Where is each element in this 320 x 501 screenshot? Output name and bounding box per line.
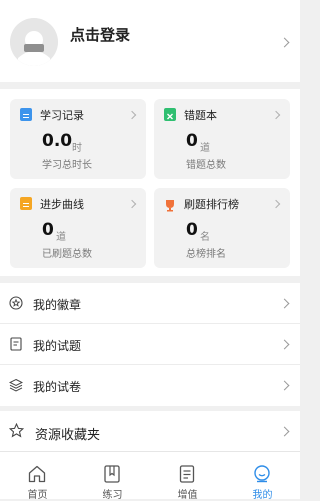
study-record-card[interactable]: 学习记录 0.0 时 学习总时长 [10, 99, 146, 179]
value-added-icon [179, 465, 195, 483]
chevron-right-icon [271, 110, 281, 120]
chevron-right-icon [279, 380, 290, 391]
progress-curve-icon [20, 197, 32, 210]
profile-header[interactable]: 点击登录 [0, 0, 300, 82]
wrong-book-icon [164, 108, 176, 121]
profile-menu: 我的徽章 我的试题 我的试卷 [0, 283, 300, 406]
chevron-right-icon [279, 339, 290, 350]
menu-item-label: 资源收藏夹 [35, 428, 101, 443]
practice-icon [104, 465, 120, 483]
progress-curve-card[interactable]: 进步曲线 0 道 已刷题总数 [10, 188, 146, 268]
study-record-caption: 学习总时长 [42, 160, 92, 171]
ranking-title: 刷题排行榜 [184, 198, 239, 211]
wrong-book-caption: 错题总数 [186, 160, 226, 171]
wrong-book-card[interactable]: 错题本 0 道 错题总数 [154, 99, 290, 179]
menu-item-badges[interactable]: 我的徽章 [0, 283, 300, 324]
tab-home[interactable]: 首页 [0, 452, 75, 501]
menu-item-label: 我的徽章 [33, 298, 82, 312]
study-record-icon [20, 108, 32, 121]
user-placeholder-icon [10, 18, 58, 66]
menu-item-label: 我的试题 [33, 339, 82, 353]
home-icon [28, 465, 46, 483]
progress-curve-unit: 道 [56, 232, 66, 243]
bottom-tab-bar: 首页 练习 增值 我的 [0, 451, 300, 501]
star-icon [9, 423, 24, 438]
ranking-card[interactable]: 刷题排行榜 0 名 总榜排名 [154, 188, 290, 268]
document-icon [10, 337, 22, 351]
chevron-right-icon [271, 199, 281, 209]
chevron-right-icon [279, 426, 290, 437]
progress-curve-value: 0 [42, 220, 54, 240]
badge-icon [9, 296, 23, 310]
ranking-value: 0 [186, 220, 198, 240]
ranking-caption: 总榜排名 [186, 249, 226, 260]
menu-item-favorites[interactable]: 资源收藏夹 [0, 411, 300, 452]
chevron-right-icon [279, 298, 290, 309]
menu-item-questions[interactable]: 我的试题 [0, 324, 300, 365]
progress-curve-title: 进步曲线 [40, 198, 84, 211]
tab-practice[interactable]: 练习 [75, 452, 150, 501]
stats-panel: 学习记录 0.0 时 学习总时长 错题本 0 道 错题总数 进步曲线 0 道 已… [0, 89, 300, 276]
chevron-right-icon [127, 199, 137, 209]
layers-icon [9, 378, 23, 392]
trophy-icon [164, 197, 176, 212]
tab-profile[interactable]: 我的 [225, 452, 300, 501]
ranking-unit: 名 [200, 232, 210, 243]
progress-curve-caption: 已刷题总数 [42, 249, 92, 260]
study-record-value: 0.0 [42, 131, 73, 151]
login-link[interactable]: 点击登录 [70, 24, 130, 45]
profile-icon [254, 465, 270, 483]
avatar[interactable] [10, 18, 58, 66]
study-record-title: 学习记录 [40, 109, 84, 122]
tab-value-added[interactable]: 增值 [150, 452, 225, 501]
wrong-book-unit: 道 [200, 143, 210, 154]
menu-item-papers[interactable]: 我的试卷 [0, 365, 300, 406]
favorites-section: 资源收藏夹 [0, 411, 300, 452]
chevron-right-icon [279, 37, 290, 48]
menu-item-label: 我的试卷 [33, 380, 82, 394]
study-record-unit: 时 [72, 143, 82, 154]
chevron-right-icon [127, 110, 137, 120]
wrong-book-title: 错题本 [184, 109, 217, 122]
wrong-book-value: 0 [186, 131, 198, 151]
